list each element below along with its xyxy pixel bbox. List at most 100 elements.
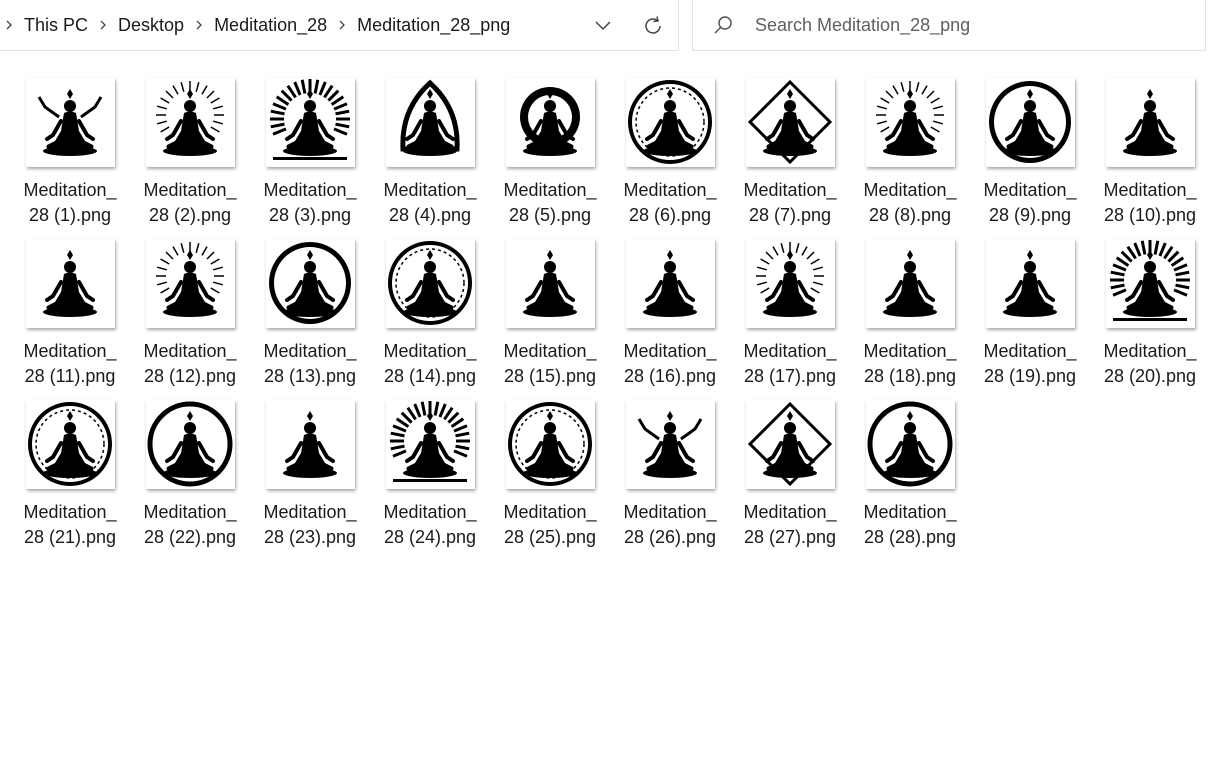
file-item[interactable]: Meditation_ 28 (12).png xyxy=(132,233,248,391)
meditation-thumbnail-image[interactable] xyxy=(25,399,115,489)
file-name-line-1: Meditation_ xyxy=(143,341,237,361)
meditation-thumbnail-image[interactable] xyxy=(625,238,715,328)
search-input[interactable] xyxy=(753,13,1187,37)
thumbnail-wrapper xyxy=(852,233,968,333)
file-item[interactable]: Meditation_ 28 (23).png xyxy=(252,394,368,552)
file-item[interactable]: Meditation_ 28 (5).png xyxy=(492,72,608,230)
file-item[interactable]: Meditation_ 28 (18).png xyxy=(852,233,968,391)
file-item[interactable]: Meditation_ 28 (8).png xyxy=(852,72,968,230)
meditation-thumbnail-image[interactable] xyxy=(265,238,355,328)
file-item[interactable]: Meditation_ 28 (11).png xyxy=(12,233,128,391)
file-item[interactable]: Meditation_ 28 (3).png xyxy=(252,72,368,230)
thumbnail-wrapper xyxy=(132,72,248,172)
file-item[interactable]: Meditation_ 28 (25).png xyxy=(492,394,608,552)
file-name-line-2: 28 (1).png xyxy=(28,205,112,225)
meditation-thumbnail-image[interactable] xyxy=(25,77,115,167)
file-item[interactable]: Meditation_ 28 (9).png xyxy=(972,72,1088,230)
file-item[interactable]: Meditation_ 28 (2).png xyxy=(132,72,248,230)
meditation-thumbnail-image[interactable] xyxy=(265,77,355,167)
chevron-right-icon[interactable] xyxy=(0,0,18,51)
file-name: Meditation_ 28 (24).png xyxy=(372,500,488,550)
meditation-figure-icon xyxy=(883,250,937,317)
file-item[interactable]: Meditation_ 28 (28).png xyxy=(852,394,968,552)
meditation-thumbnail-image[interactable] xyxy=(25,238,115,328)
meditation-figure-icon xyxy=(747,79,833,165)
file-item[interactable]: Meditation_ 28 (19).png xyxy=(972,233,1088,391)
meditation-thumbnail-image[interactable] xyxy=(505,399,595,489)
file-item[interactable]: Meditation_ 28 (13).png xyxy=(252,233,368,391)
meditation-figure-icon xyxy=(269,242,351,324)
file-name-line-1: Meditation_ xyxy=(623,180,717,200)
file-item[interactable]: Meditation_ 28 (26).png xyxy=(612,394,728,552)
file-name-line-1: Meditation_ xyxy=(983,341,1077,361)
file-item[interactable]: Meditation_ 28 (21).png xyxy=(12,394,128,552)
meditation-thumbnail-image[interactable] xyxy=(145,238,235,328)
meditation-thumbnail-image[interactable] xyxy=(745,399,835,489)
file-name-line-1: Meditation_ xyxy=(23,341,117,361)
file-item[interactable]: Meditation_ 28 (17).png xyxy=(732,233,848,391)
meditation-thumbnail-image[interactable] xyxy=(505,77,595,167)
chevron-down-icon[interactable] xyxy=(578,0,628,51)
file-name: Meditation_ 28 (16).png xyxy=(612,339,728,389)
file-item[interactable]: Meditation_ 28 (6).png xyxy=(612,72,728,230)
meditation-thumbnail-image[interactable] xyxy=(385,238,475,328)
file-name-line-1: Meditation_ xyxy=(143,180,237,200)
address-actions xyxy=(578,0,678,51)
meditation-figure-icon xyxy=(388,241,472,325)
file-name: Meditation_ 28 (2).png xyxy=(132,178,248,228)
file-item[interactable]: Meditation_ 28 (1).png xyxy=(12,72,128,230)
refresh-icon[interactable] xyxy=(628,0,678,51)
meditation-thumbnail-image[interactable] xyxy=(745,77,835,167)
file-name-line-1: Meditation_ xyxy=(743,341,837,361)
file-item[interactable]: Meditation_ 28 (7).png xyxy=(732,72,848,230)
breadcrumb-desktop[interactable]: Desktop xyxy=(112,0,190,51)
thumbnail-wrapper xyxy=(372,394,488,494)
file-item[interactable]: Meditation_ 28 (10).png xyxy=(1092,72,1208,230)
file-name: Meditation_ 28 (17).png xyxy=(732,339,848,389)
address-bar[interactable]: This PC Desktop Meditation_28 Meditation… xyxy=(0,0,679,51)
file-item[interactable]: Meditation_ 28 (14).png xyxy=(372,233,488,391)
file-name-line-2: 28 (14).png xyxy=(383,366,477,386)
file-item[interactable]: Meditation_ 28 (20).png xyxy=(1092,233,1208,391)
search-box[interactable] xyxy=(692,0,1206,51)
meditation-thumbnail-image[interactable] xyxy=(625,399,715,489)
meditation-thumbnail-image[interactable] xyxy=(265,399,355,489)
meditation-figure-icon xyxy=(390,401,470,482)
meditation-thumbnail-image[interactable] xyxy=(385,77,475,167)
meditation-thumbnail-image[interactable] xyxy=(745,238,835,328)
meditation-thumbnail-image[interactable] xyxy=(1105,77,1195,167)
file-name-line-1: Meditation_ xyxy=(503,180,597,200)
file-name-line-2: 28 (26).png xyxy=(623,527,717,547)
meditation-thumbnail-image[interactable] xyxy=(985,238,1075,328)
breadcrumb-meditation-28-png[interactable]: Meditation_28_png xyxy=(351,0,516,51)
chevron-right-icon[interactable] xyxy=(333,0,351,51)
file-item[interactable]: Meditation_ 28 (27).png xyxy=(732,394,848,552)
file-item[interactable]: Meditation_ 28 (15).png xyxy=(492,233,608,391)
file-name-line-2: 28 (3).png xyxy=(268,205,352,225)
meditation-thumbnail-image[interactable] xyxy=(505,238,595,328)
meditation-thumbnail-image[interactable] xyxy=(865,399,955,489)
meditation-thumbnail-image[interactable] xyxy=(865,238,955,328)
breadcrumb-meditation-28[interactable]: Meditation_28 xyxy=(208,0,333,51)
file-name: Meditation_ 28 (19).png xyxy=(972,339,1088,389)
meditation-thumbnail-image[interactable] xyxy=(625,77,715,167)
chevron-right-icon[interactable] xyxy=(190,0,208,51)
meditation-thumbnail-image[interactable] xyxy=(985,77,1075,167)
file-item[interactable]: Meditation_ 28 (22).png xyxy=(132,394,248,552)
meditation-thumbnail-image[interactable] xyxy=(385,399,475,489)
chevron-right-icon[interactable] xyxy=(94,0,112,51)
meditation-thumbnail-image[interactable] xyxy=(145,77,235,167)
file-name-line-2: 28 (6).png xyxy=(628,205,712,225)
meditation-thumbnail-image[interactable] xyxy=(865,77,955,167)
file-name-line-2: 28 (2).png xyxy=(148,205,232,225)
file-name-line-2: 28 (15).png xyxy=(503,366,597,386)
file-item[interactable]: Meditation_ 28 (16).png xyxy=(612,233,728,391)
file-item[interactable]: Meditation_ 28 (24).png xyxy=(372,394,488,552)
meditation-thumbnail-image[interactable] xyxy=(145,399,235,489)
file-name: Meditation_ 28 (22).png xyxy=(132,500,248,550)
file-item[interactable]: Meditation_ 28 (4).png xyxy=(372,72,488,230)
breadcrumb-this-pc[interactable]: This PC xyxy=(18,0,94,51)
file-name-line-2: 28 (24).png xyxy=(383,527,477,547)
meditation-thumbnail-image[interactable] xyxy=(1105,238,1195,328)
thumbnail-wrapper xyxy=(852,72,968,172)
